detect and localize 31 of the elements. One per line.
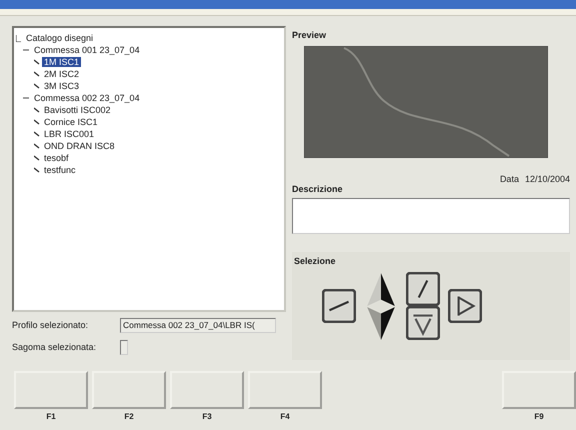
date-value: 12/10/2004 xyxy=(524,174,570,184)
group-title: Preview xyxy=(292,30,328,40)
function-key-label: F9 xyxy=(534,412,544,421)
tree-item[interactable]: 3M ISC3 xyxy=(42,81,82,91)
wedge-icon xyxy=(448,289,482,323)
field-label: Sagoma selezionata: xyxy=(12,342,98,352)
profile-field[interactable]: Commessa 002 23_07_04\LBR IS( xyxy=(120,318,276,332)
slash-icon xyxy=(406,272,440,306)
group-title: Selezione xyxy=(294,256,337,266)
tree-item[interactable]: tesobf xyxy=(42,153,71,163)
shape-field[interactable] xyxy=(120,340,128,354)
tree-item[interactable]: Commessa 002 23_07_04 xyxy=(32,93,142,103)
function-key-label: F2 xyxy=(124,412,134,421)
tree-item[interactable]: LBR ISC001 xyxy=(42,129,96,139)
tree-item[interactable]: Cornice ISC1 xyxy=(42,117,100,127)
funnel-icon xyxy=(406,306,440,340)
description-field[interactable] xyxy=(292,198,570,234)
group-title: Descrizione xyxy=(292,184,344,194)
function-key-label: F1 xyxy=(46,412,56,421)
tree-item[interactable]: Bavisotti ISC002 xyxy=(42,105,113,115)
tree-root[interactable]: Catalogo disegni xyxy=(24,33,96,43)
tree-item[interactable]: testfunc xyxy=(42,165,78,175)
diagonal-icon xyxy=(322,289,356,323)
tree-item[interactable]: Commessa 001 23_07_04 xyxy=(32,45,142,55)
tree-item[interactable]: 2M ISC2 xyxy=(42,69,82,79)
date-label: Data xyxy=(500,174,519,184)
function-key-label: F3 xyxy=(202,412,212,421)
tree-item[interactable]: 1M ISC1 xyxy=(42,57,82,67)
tree-item[interactable]: OND DRAN ISC8 xyxy=(42,141,117,151)
function-key-label: F4 xyxy=(280,412,290,421)
field-label: Profilo selezionato: xyxy=(12,320,90,330)
